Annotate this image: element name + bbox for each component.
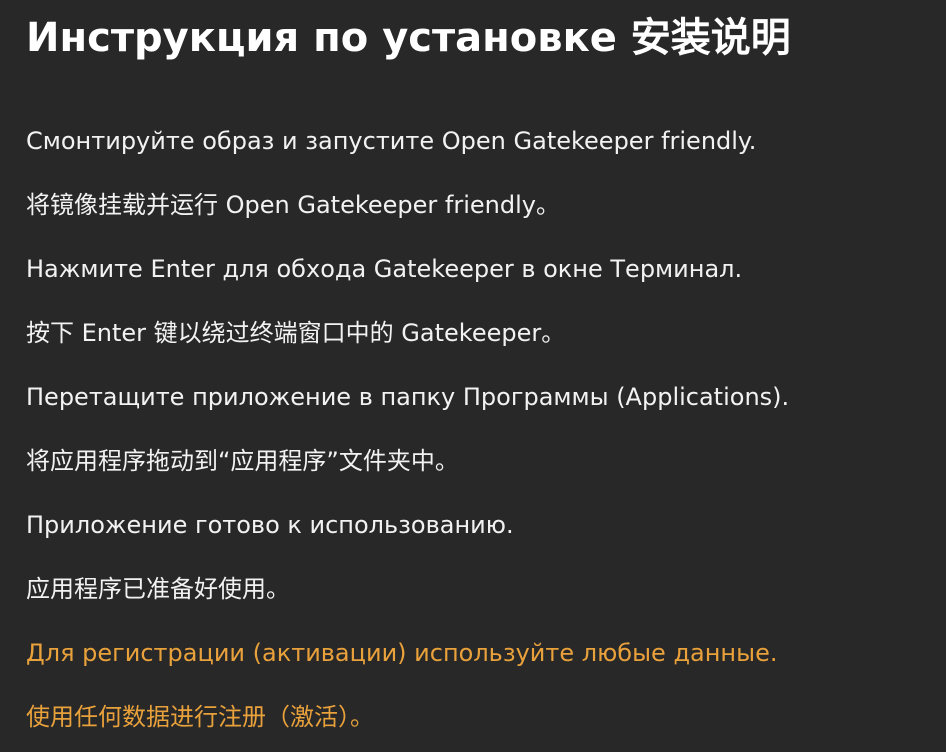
instructions-page: Инструкция по установке 安装说明 Смонтируйте… (0, 0, 946, 752)
instruction-line-mount-zh: 将镜像挂载并运行 Open Gatekeeper friendly。 (26, 191, 560, 219)
instruction-line-enter-ru: Нажмите Enter для обхода Gatekeeper в ок… (26, 255, 743, 283)
registration-note-zh: 使用任何数据进行注册（激活）。 (26, 703, 374, 731)
instruction-line-drag-ru: Перетащите приложение в папку Программы … (26, 383, 790, 411)
instruction-line-ready-ru: Приложение готово к использованию. (26, 511, 514, 539)
page-title: Инструкция по установке 安装说明 (26, 15, 791, 61)
instruction-line-drag-zh: 将应用程序拖动到“应用程序”文件夹中。 (26, 447, 459, 475)
instruction-line-ready-zh: 应用程序已准备好使用。 (26, 575, 290, 603)
instruction-line-mount-ru: Смонтируйте образ и запустите Open Gatek… (26, 127, 757, 155)
registration-note-ru: Для регистрации (активации) используйте … (26, 639, 778, 667)
instruction-line-enter-zh: 按下 Enter 键以绕过终端窗口中的 Gatekeeper。 (26, 319, 566, 347)
